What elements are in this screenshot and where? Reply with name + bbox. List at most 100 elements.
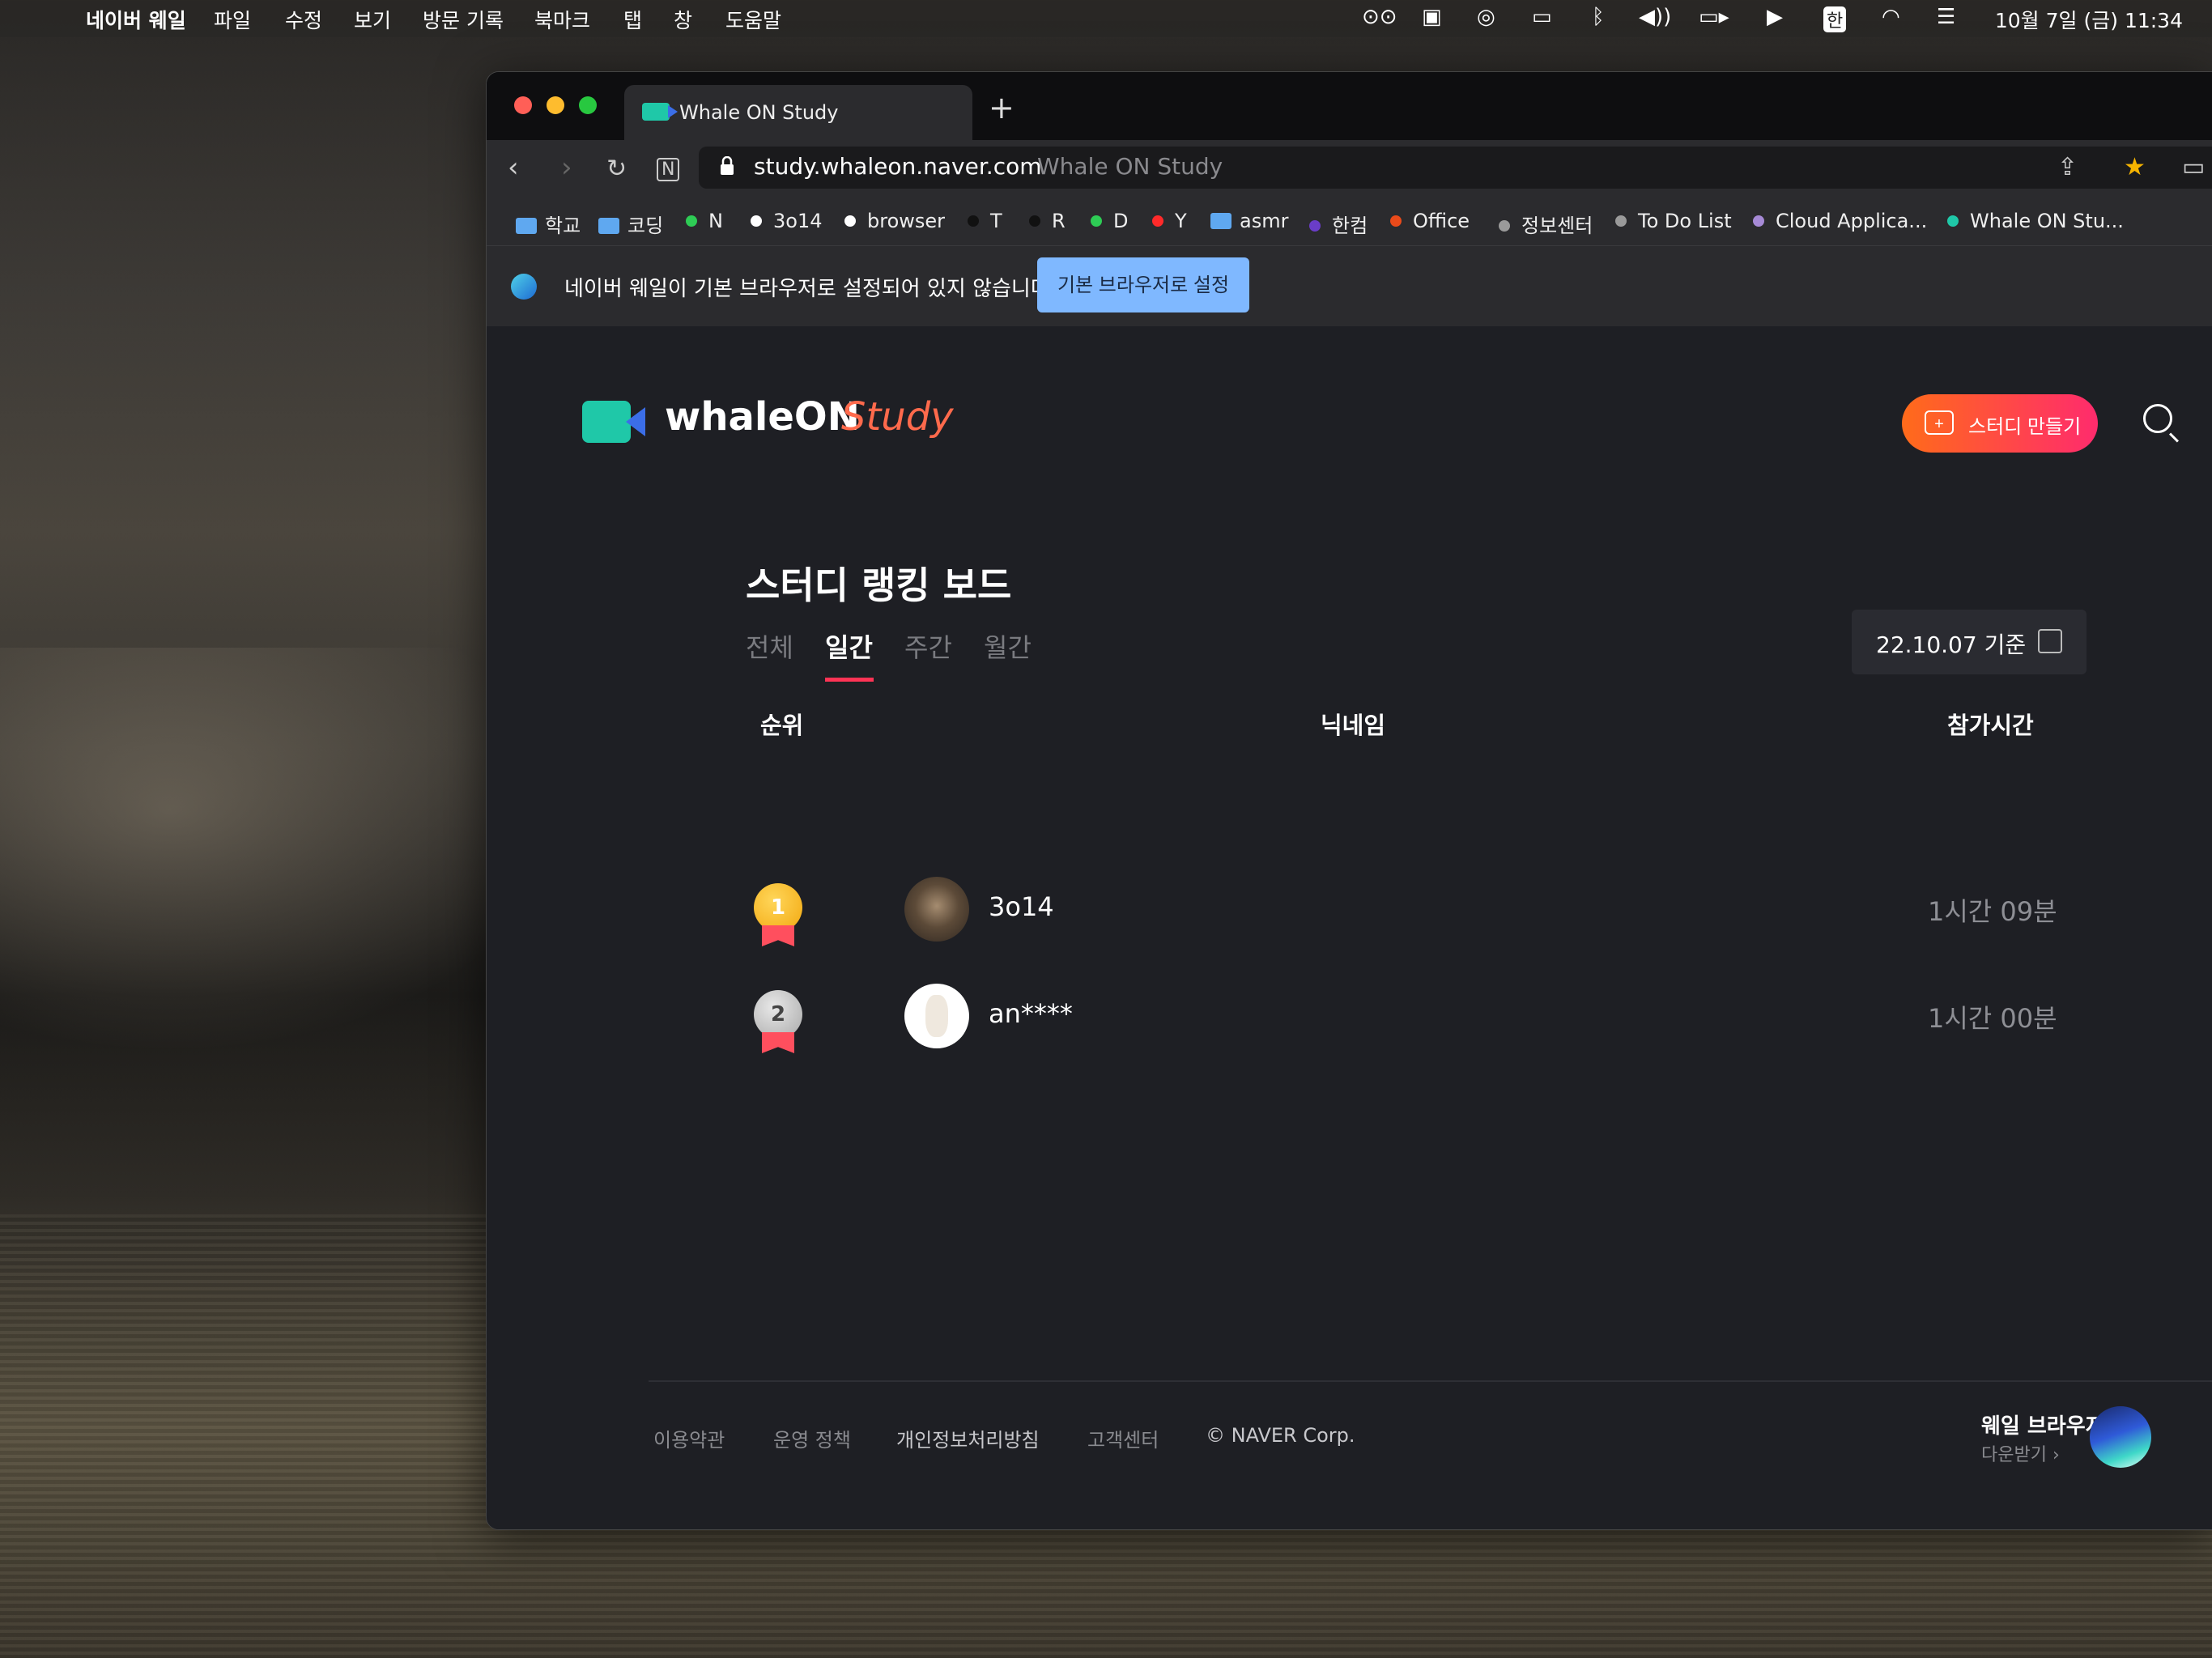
add-video-icon: + <box>1925 410 1954 435</box>
participation-time: 1시간 09분 <box>1928 896 2057 927</box>
bookmark-star-icon[interactable]: ★ <box>2124 153 2146 181</box>
set-default-browser-button[interactable]: 기본 브라우저로 설정 <box>1037 257 1249 312</box>
menu-bookmarks[interactable]: 북마크 <box>534 5 590 34</box>
silver-medal-icon: 2 <box>754 990 802 1039</box>
tab-weekly[interactable]: 주간 <box>904 627 952 665</box>
bookmark-cloud-app[interactable]: Cloud Applica... <box>1753 210 1927 232</box>
download-whale-title[interactable]: 웨일 브라우저 <box>1981 1409 2105 1439</box>
whale-on-favicon-icon <box>642 103 678 121</box>
bookmark-label: D <box>1113 210 1129 232</box>
bookmark-n[interactable]: N <box>686 210 723 232</box>
download-whale-link[interactable]: 다운받기 › <box>1981 1440 2060 1466</box>
close-window-button[interactable] <box>514 96 532 114</box>
play-icon[interactable]: ▶ <box>1767 5 1783 29</box>
menu-tabs[interactable]: 탭 <box>623 5 642 34</box>
url-text[interactable]: study.whaleon.naver.com <box>754 153 1042 180</box>
bookmark-whale-on-study[interactable]: Whale ON Stu... <box>1947 210 2124 232</box>
bookmark-label: 학교 <box>545 215 581 237</box>
bookmark-3o14[interactable]: 3o14 <box>751 210 823 232</box>
bookmark-t[interactable]: T <box>968 210 1002 232</box>
search-icon[interactable] <box>2143 404 2172 433</box>
bluetooth-icon[interactable]: ᛒ <box>1592 5 1605 29</box>
bookmark-d[interactable]: D <box>1091 210 1128 232</box>
bookmark-label: 3o14 <box>773 210 823 232</box>
new-tab-plus-icon[interactable]: + <box>989 90 1015 125</box>
bookmark-label: Y <box>1175 210 1187 232</box>
nickname: an**** <box>989 998 1073 1029</box>
reload-icon[interactable]: ↻ <box>606 155 627 183</box>
forward-arrow-icon[interactable]: › <box>561 151 572 184</box>
bookmark-dot-icon <box>1499 220 1510 232</box>
bookmark-folder-coding[interactable]: 코딩 <box>598 210 663 238</box>
bookmark-todo[interactable]: To Do List <box>1615 210 1732 232</box>
menu-help[interactable]: 도움말 <box>725 5 781 34</box>
bookmark-folder-asmr[interactable]: asmr <box>1210 210 1288 232</box>
tab-all[interactable]: 전체 <box>746 627 793 665</box>
display-icon[interactable]: ▭ <box>1532 5 1552 29</box>
bookmark-hancom[interactable]: 한컴 <box>1309 210 1368 238</box>
column-header-nickname: 닉네임 <box>1321 712 1386 739</box>
footer-link-policy[interactable]: 운영 정책 <box>773 1424 851 1452</box>
logo-wordmark[interactable]: whaleON <box>665 394 860 440</box>
menu-window[interactable]: 창 <box>674 5 692 34</box>
bookmark-dot-icon <box>844 215 856 227</box>
minimize-window-button[interactable] <box>547 96 564 114</box>
naver-n-icon[interactable]: N <box>657 158 680 181</box>
airdrop-icon[interactable]: ◎ <box>1477 5 1495 29</box>
bookmark-y[interactable]: Y <box>1152 210 1187 232</box>
menu-file[interactable]: 파일 <box>214 5 251 34</box>
lock-icon <box>721 156 734 175</box>
tab-monthly[interactable]: 월간 <box>984 627 1032 665</box>
battery-icon[interactable]: ▭▸ <box>1699 5 1729 29</box>
bookmark-label: browser <box>867 210 946 232</box>
default-browser-infobar: 네이버 웨일이 기본 브라우저로 설정되어 있지 않습니다 기본 브라우저로 설… <box>487 245 2212 328</box>
bookmark-office[interactable]: Office <box>1390 210 1470 232</box>
tab-daily[interactable]: 일간 <box>825 627 873 665</box>
bookmark-label: Office <box>1413 210 1470 232</box>
footer-copyright: © NAVER Corp. <box>1206 1424 1355 1447</box>
bookmark-r[interactable]: R <box>1029 210 1066 232</box>
menu-view[interactable]: 보기 <box>354 5 391 34</box>
date-picker[interactable]: 22.10.07 기준 <box>1852 610 2087 674</box>
footer-link-privacy[interactable]: 개인정보처리방침 <box>896 1424 1040 1452</box>
screen-mirror-icon[interactable]: ▣ <box>1422 5 1442 29</box>
bookmark-folder-school[interactable]: 학교 <box>516 210 581 238</box>
tab-title: Whale ON Study <box>679 101 839 124</box>
whale-browser-logo-icon[interactable] <box>2090 1406 2151 1468</box>
calendar-icon <box>2038 629 2062 653</box>
footer-link-terms[interactable]: 이용약관 <box>653 1424 725 1452</box>
column-header-rank: 순위 <box>760 712 804 739</box>
menu-app-name[interactable]: 네이버 웨일 <box>86 5 186 34</box>
gold-medal-icon: 1 <box>754 883 802 932</box>
wifi-icon[interactable]: ◠ <box>1882 5 1900 29</box>
whale-on-logo-icon[interactable] <box>582 401 645 443</box>
create-study-button[interactable]: + 스터디 만들기 <box>1902 394 2098 453</box>
share-icon[interactable]: ⇪ <box>2057 153 2078 181</box>
bookmarks-bar: 학교 코딩 N 3o14 browser T R D Y asmr 한컴 Off… <box>487 198 2212 245</box>
sidebar-toggle-icon[interactable]: ▭ <box>2182 153 2205 181</box>
bookmark-label: T <box>990 210 1002 232</box>
back-arrow-icon[interactable]: ‹ <box>508 151 519 184</box>
zoom-window-button[interactable] <box>579 96 597 114</box>
control-center-icon[interactable]: ☰ <box>1937 5 1955 29</box>
menu-edit[interactable]: 수정 <box>285 5 322 34</box>
bookmark-dot-icon <box>1615 215 1627 227</box>
tab-whale-on-study[interactable]: Whale ON Study <box>624 85 972 140</box>
bookmark-label: R <box>1052 210 1066 232</box>
input-method-indicator[interactable]: 한 <box>1823 6 1847 32</box>
infobar-message: 네이버 웨일이 기본 브라우저로 설정되어 있지 않습니다 <box>564 277 1050 301</box>
logo-study-text[interactable]: Study <box>841 394 954 440</box>
volume-icon[interactable]: ◀)) <box>1639 5 1671 29</box>
menubar-clock[interactable]: 10월 7일 (금) 11:34 <box>1995 5 2183 34</box>
glasses-icon[interactable]: ⊙⊙ <box>1362 5 1397 29</box>
ranking-row[interactable]: 1 3o14 1시간 09분 <box>487 877 2212 958</box>
menu-history[interactable]: 방문 기록 <box>423 5 504 34</box>
page-content: whaleON Study + 스터디 만들기 스터디 랭킹 보드 전체 일간 … <box>487 326 2212 1529</box>
footer-link-support[interactable]: 고객센터 <box>1087 1424 1159 1452</box>
bookmark-info-center[interactable]: 정보센터 <box>1499 210 1593 238</box>
ranking-row[interactable]: 2 an**** 1시간 00분 <box>487 984 2212 1065</box>
participation-time: 1시간 00분 <box>1928 1003 2057 1034</box>
folder-icon <box>516 218 537 234</box>
url-page-title: Whale ON Study <box>1037 153 1223 180</box>
bookmark-browser[interactable]: browser <box>844 210 945 232</box>
